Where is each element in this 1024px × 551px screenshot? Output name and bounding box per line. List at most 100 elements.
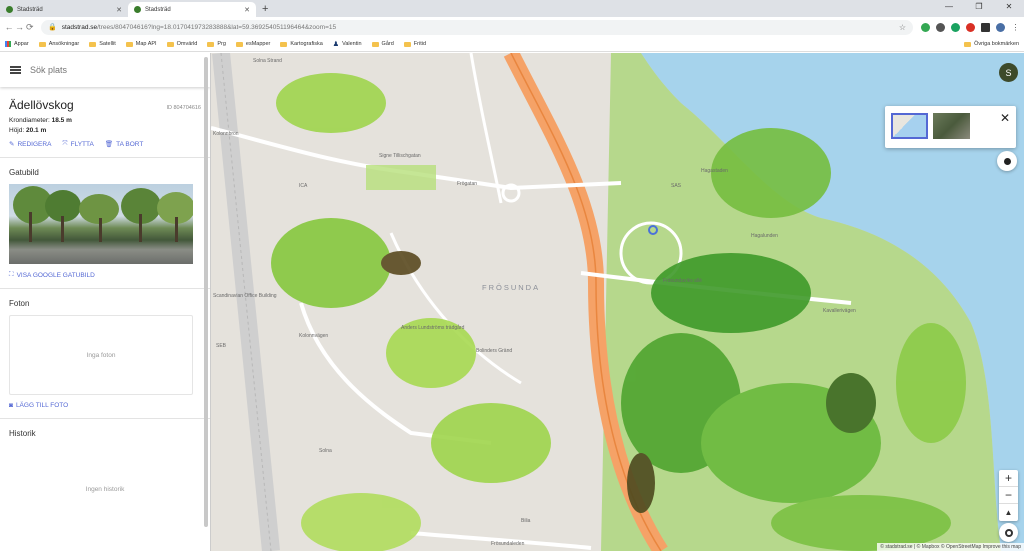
bookmark-folder[interactable]: esMapper — [235, 41, 270, 47]
tree-height: Höjd: 20.1 m — [9, 127, 201, 134]
address-bar[interactable]: 🔒 stadstrad.se /trees/804704616?lng=18.0… — [40, 19, 913, 35]
map-canvas[interactable]: FRÖSUNDA Signe Tillischgatan Frögatan So… — [211, 53, 1024, 551]
history-empty-text: Ingen historik — [85, 486, 125, 493]
compass-icon[interactable]: ▲ — [999, 504, 1018, 521]
browser-tab-strip: Stadsträd ✕ Stadsträd ✕ + — ❐ ✕ — [0, 0, 1024, 17]
reload-icon[interactable]: ⟳ — [25, 22, 35, 33]
folder-icon — [125, 41, 133, 47]
lock-icon: 🔒 — [47, 24, 57, 31]
show-streetview-link[interactable]: ⛶ VISA GOOGLE GATUBILD — [9, 271, 201, 279]
place-label: Kavallerivägen — [823, 308, 856, 314]
kebab-menu-icon[interactable]: ⋮ — [1010, 22, 1020, 32]
bookmark-folder[interactable]: Prg — [207, 41, 226, 47]
bookmark-label: Ansökningar — [48, 41, 80, 47]
extension-icon[interactable] — [920, 22, 930, 32]
forward-icon[interactable]: → — [14, 22, 24, 32]
restore-icon[interactable]: ❐ — [964, 0, 994, 14]
selected-tree-marker[interactable] — [648, 225, 658, 235]
add-photo-button[interactable]: ◙ LÄGG TILL FOTO — [9, 402, 201, 409]
bookmark-label: Övriga bokmärken — [974, 41, 1019, 47]
bookmark-label: Omvärld — [176, 41, 198, 47]
crown-label: Krondiameter: — [9, 117, 50, 124]
zoom-in-button[interactable]: + — [999, 470, 1018, 487]
pencil-icon: ✎ — [9, 141, 15, 148]
minimize-icon[interactable]: — — [934, 0, 964, 14]
tree-id: ID 804704616 — [166, 105, 201, 111]
bookmark-link[interactable]: ♟ Valentin — [333, 40, 362, 48]
bookmark-folder[interactable]: Ansökningar — [38, 41, 80, 47]
bookmark-folder[interactable]: Fritid — [403, 41, 426, 47]
satellite-layer-thumbnail[interactable] — [933, 113, 970, 139]
building-label: Scandinavian Office Building — [213, 293, 277, 299]
folder-icon — [371, 41, 379, 47]
menu-icon[interactable] — [10, 66, 21, 74]
sv-tree-trunk — [175, 217, 178, 242]
tab-title: Stadsträd — [145, 6, 171, 13]
search-input[interactable] — [30, 65, 190, 75]
sv-tree-trunk — [99, 218, 102, 242]
street-label: Kolonnbron — [213, 131, 239, 137]
poi-label: Bilia — [521, 518, 531, 524]
close-icon[interactable]: ✕ — [244, 6, 250, 14]
browser-tab-1[interactable]: Stadsträd ✕ — [0, 2, 128, 17]
browser-tab-2[interactable]: Stadsträd ✕ — [128, 2, 256, 17]
poi-label: ICA — [299, 183, 308, 189]
poi-label: SEB — [216, 343, 227, 349]
crown-value: 18.5 m — [51, 117, 72, 124]
search-bar — [0, 53, 210, 87]
close-window-icon[interactable]: ✕ — [994, 0, 1024, 14]
place-label: Hagalunden — [751, 233, 778, 239]
folder-icon — [403, 41, 411, 47]
map-attribution[interactable]: © stadstrad.se | © Mapbox © OpenStreetMa… — [877, 543, 1024, 551]
edit-label: REDIGERA — [17, 140, 52, 148]
streetview-image[interactable] — [9, 184, 193, 264]
bookmark-folder[interactable]: Map API — [125, 41, 157, 47]
user-avatar[interactable]: S — [999, 63, 1018, 82]
profile-icon[interactable] — [995, 22, 1005, 32]
move-label: FLYTTA — [70, 140, 94, 148]
tree-actions: ✎ REDIGERA ⤧ FLYTTA 🗑 TA BORT — [9, 140, 201, 148]
close-icon[interactable]: ✕ — [116, 6, 122, 14]
place-label: Hagastaden — [701, 168, 728, 174]
folder-icon — [207, 41, 215, 47]
place-label: Solna Strand — [253, 58, 282, 64]
new-tab-button[interactable]: + — [262, 3, 268, 15]
bookmark-label: Gård — [381, 41, 394, 47]
streetview-pegman-icon[interactable] — [997, 151, 1017, 171]
bookmark-other-folder[interactable]: Övriga bokmärken — [964, 41, 1019, 47]
url-host: stadstrad.se — [61, 23, 98, 31]
bookmark-folder[interactable]: Gård — [371, 41, 394, 47]
folder-icon — [235, 41, 243, 47]
folder-icon — [964, 41, 972, 47]
bookmark-label: Prg — [217, 41, 226, 47]
history-title: Historik — [9, 429, 36, 438]
add-photo-label: LÄGG TILL FOTO — [15, 402, 69, 409]
extension-icon[interactable] — [950, 22, 960, 32]
bookmark-apps[interactable]: Appar — [5, 41, 29, 47]
panel-scrollbar[interactable] — [204, 57, 208, 527]
height-label: Höjd: — [9, 127, 25, 134]
edit-button[interactable]: ✎ REDIGERA — [9, 140, 52, 149]
bookmark-folder[interactable]: Satellit — [89, 41, 116, 47]
history-section: Historik Ingen historik — [0, 418, 210, 493]
back-icon[interactable]: ← — [4, 22, 14, 32]
bookmark-folder[interactable]: Kartografiska — [280, 41, 323, 47]
move-button[interactable]: ⤧ FLYTTA — [62, 140, 93, 148]
tree-favicon-icon — [6, 6, 13, 13]
close-icon[interactable]: ✕ — [1000, 111, 1010, 125]
extension-icon[interactable] — [980, 22, 990, 32]
locate-me-icon[interactable] — [999, 523, 1018, 542]
extension-icon[interactable] — [965, 22, 975, 32]
map-layer-thumbnail[interactable] — [891, 113, 928, 139]
extension-icon[interactable] — [935, 22, 945, 32]
delete-button[interactable]: 🗑 TA BORT — [104, 140, 143, 149]
browser-toolbar: ← → ⟳ 🔒 stadstrad.se /trees/804704616?ln… — [0, 17, 1024, 37]
zoom-out-button[interactable]: − — [999, 487, 1018, 504]
photos-section: Foton Inga foton ◙ LÄGG TILL FOTO — [0, 288, 210, 409]
tree-favicon-icon — [134, 6, 141, 13]
trash-icon: 🗑 — [104, 141, 114, 148]
bookmark-folder[interactable]: Omvärld — [166, 41, 198, 47]
bookmark-label: Appar — [14, 41, 29, 47]
bookmark-label: Satellit — [99, 41, 116, 47]
bookmark-star-icon[interactable]: ☆ — [899, 23, 906, 32]
